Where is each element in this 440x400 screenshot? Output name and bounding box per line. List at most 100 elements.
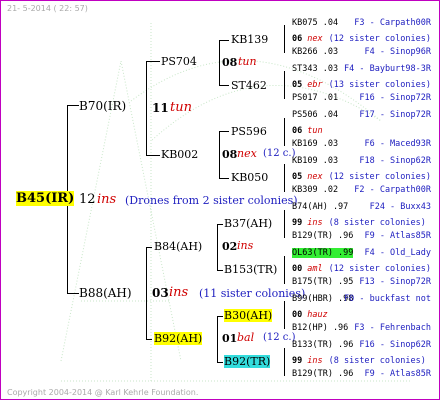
gen4-code: F18 - Sinop62R — [359, 156, 431, 166]
gen4-row[interactable]: ST343 .03 — [292, 65, 338, 74]
gen4-row[interactable]: KB109 .03 — [292, 157, 338, 166]
root-queen[interactable]: B45(IR) — [16, 191, 75, 206]
gen4-row[interactable]: 05 nex (12 sister colonies) — [292, 173, 431, 182]
gen3-queen[interactable]: B30(AH) — [224, 309, 273, 322]
gen4-queen: 99 — [292, 218, 303, 228]
gen4-queen: ST343 .03 — [292, 64, 339, 74]
gen4-row[interactable]: PS017 .01 — [292, 94, 338, 103]
gen4-breed: nex — [307, 34, 323, 44]
gen4-queen: 05 — [292, 80, 303, 90]
gen4-queen: KB309 .02 — [292, 185, 339, 195]
gen3-queen[interactable]: B153(TR) — [224, 264, 277, 275]
gen4-queen: KB109 .03 — [292, 156, 339, 166]
gen4-row[interactable]: B129(TR) .96 — [292, 370, 353, 379]
gen4-queen: B129(TR) .96 — [292, 369, 354, 379]
gen4-row[interactable]: B12(HP) .96 — [292, 324, 348, 333]
gen4-queen: 00 — [292, 264, 303, 274]
gen4-row[interactable]: KB266 .03 — [292, 48, 338, 57]
gen4-queen: 00 — [292, 310, 303, 320]
gen4-note: (12 sister colonies) — [328, 34, 431, 44]
gen4-code: F6 - Maced93R — [364, 139, 431, 149]
gen4-code: F13 - Sinop72R — [359, 277, 431, 287]
gen4-note: (13 sister colonies) — [328, 80, 431, 90]
gen4-queen: B74(AH) .97 — [292, 202, 349, 212]
gen4-row[interactable]: KB169 .03 — [292, 140, 338, 149]
gen4-row[interactable]: KB309 .02 — [292, 186, 338, 195]
gen4-queen: KB169 .03 — [292, 139, 339, 149]
dam-year: 03 — [152, 286, 169, 300]
gen4-code: F9 - Atlas85R — [364, 231, 431, 241]
gen4-row[interactable]: 00 aml (12 sister colonies) — [292, 265, 431, 274]
gen4-code: F0 - buckfast not — [344, 294, 431, 304]
gen2-note: (12 c.) — [263, 332, 296, 343]
gen4-code: F16 - Sinop62R — [359, 340, 431, 350]
gen4-row[interactable]: B129(TR) .96 — [292, 232, 353, 241]
gen2-note: (12 c.) — [263, 148, 296, 159]
gen4-row[interactable]: OL63(TR) .99 — [292, 248, 354, 258]
gen4-breed: tun — [307, 126, 323, 136]
gen2-queen[interactable]: PS704 — [161, 56, 197, 67]
gen3-queen[interactable]: PS596 — [231, 126, 267, 137]
gen4-row[interactable]: 05 ebr (13 sister colonies) — [292, 81, 431, 90]
sire-year: 11 — [152, 101, 169, 115]
gen4-queen: B129(TR) .96 — [292, 231, 354, 241]
gen4-code: F4 - Old_Lady — [364, 248, 431, 258]
gen3-queen[interactable]: B92(TR) — [224, 355, 271, 368]
gen3-queen[interactable]: KB050 — [231, 172, 268, 183]
gen2-breed: nex — [237, 147, 257, 160]
gen4-row[interactable]: B133(TR) .96 — [292, 341, 353, 350]
dam-breed: ins — [169, 285, 189, 300]
gen4-row[interactable]: PS506 .04 — [292, 111, 338, 120]
gen4-queen: B12(HP) .96 — [292, 323, 349, 333]
root-year: 12 — [79, 192, 96, 207]
gen4-note: (12 sister colonies) — [328, 172, 431, 182]
gen4-queen: 06 — [292, 126, 303, 136]
gen3-queen[interactable]: KB139 — [231, 34, 268, 45]
gen3-queen[interactable]: ST462 — [231, 80, 267, 91]
gen2-breed: ins — [237, 239, 254, 252]
gen4-queen: 05 — [292, 172, 303, 182]
gen4-code: F16 - Sinop72R — [359, 93, 431, 103]
gen4-breed: aml — [307, 264, 323, 274]
gen2-breed: bal — [237, 331, 255, 344]
gen4-breed: hauz — [307, 310, 328, 320]
gen4-row[interactable]: 99 ins (8 sister colonies) — [292, 219, 426, 228]
gen4-queen: 99 — [292, 356, 303, 366]
root-breed: ins — [97, 192, 117, 207]
gen4-breed: ins — [307, 218, 323, 228]
dam-note: (11 sister colonies) — [199, 287, 306, 300]
gen4-breed: ebr — [307, 80, 323, 90]
gen2-queen[interactable]: KB002 — [161, 149, 198, 160]
gen4-row[interactable]: 06 tun — [292, 127, 323, 136]
gen3-queen[interactable]: B37(AH) — [224, 218, 272, 229]
gen4-code: F17 - Sinop72R — [359, 110, 431, 120]
gen4-queen: OL63(TR) .99 — [292, 248, 354, 258]
gen4-queen: KB075 .04 — [292, 18, 339, 28]
gen4-row[interactable]: 00 hauz — [292, 311, 328, 320]
pedigree-chart: 21- 5-2014 ( 22: 57) Copyright 2004-2014… — [0, 0, 440, 400]
gen2-queen[interactable]: B84(AH) — [154, 241, 202, 252]
gen2-breed: tun — [238, 55, 257, 68]
gen4-code: F2 - Carpath00R — [354, 185, 431, 195]
gen4-note: (8 sister colonies) — [328, 218, 426, 228]
gen2-year: 08 — [222, 148, 238, 161]
gen4-row[interactable]: B175(TR) .95 — [292, 278, 353, 287]
gen2-queen[interactable]: B92(AH) — [154, 332, 203, 345]
sire-breed: tun — [170, 100, 192, 115]
gen4-queen: KB266 .03 — [292, 47, 339, 57]
gen4-row[interactable]: 99 ins (8 sister colonies) — [292, 357, 426, 366]
gen4-code: F4 - Bayburt98-3R — [344, 64, 431, 74]
gen4-queen: PS506 .04 — [292, 110, 339, 120]
timestamp: 21- 5-2014 ( 22: 57) — [7, 4, 88, 13]
gen4-row[interactable]: B74(AH) .97 — [292, 203, 348, 212]
gen4-row[interactable]: 06 nex (12 sister colonies) — [292, 35, 431, 44]
gen4-queen: B133(TR) .96 — [292, 340, 354, 350]
dam-queen[interactable]: B88(AH) — [79, 287, 132, 299]
gen2-year: 08 — [222, 56, 238, 69]
gen4-note: (8 sister colonies) — [328, 356, 426, 366]
gen4-code: F9 - Atlas85R — [364, 369, 431, 379]
sire-queen[interactable]: B70(IR) — [79, 100, 126, 112]
gen4-note: (12 sister colonies) — [328, 264, 431, 274]
gen4-row[interactable]: KB075 .04 — [292, 19, 338, 28]
root-note: (Drones from 2 sister colonies) — [125, 194, 298, 207]
